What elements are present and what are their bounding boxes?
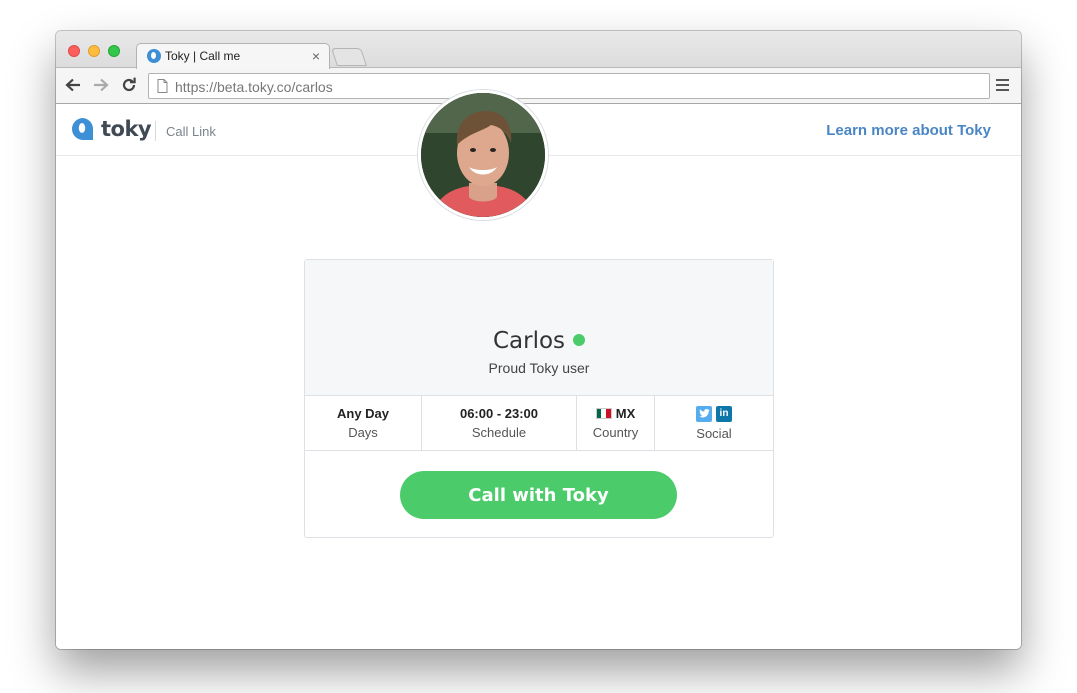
minimize-window-button[interactable]: [88, 45, 100, 57]
browser-tab[interactable]: Toky | Call me ×: [136, 43, 330, 69]
country-value: MX: [595, 406, 636, 421]
zoom-window-button[interactable]: [108, 45, 120, 57]
browser-toolbar: https://beta.toky.co/carlos: [56, 68, 1021, 104]
back-arrow-icon[interactable]: [62, 74, 84, 96]
info-days: Any Day Days: [305, 396, 422, 450]
logo-text[interactable]: toky: [101, 117, 152, 141]
tab-title: Toky | Call me: [165, 49, 241, 63]
header-divider: [155, 121, 156, 141]
social-icons: in: [696, 405, 732, 422]
avatar-photo: [421, 93, 545, 217]
mexico-flag-icon: [595, 408, 612, 419]
profile-avatar: [418, 90, 548, 220]
days-label: Days: [348, 425, 378, 440]
twitter-icon[interactable]: [696, 405, 712, 422]
info-social: in Social: [655, 396, 773, 450]
profile-name-text: Carlos: [492, 328, 566, 354]
info-country: MX Country: [577, 396, 655, 450]
call-with-toky-button[interactable]: Call with Toky: [400, 471, 677, 519]
new-tab-button[interactable]: [331, 48, 367, 66]
url-host: https://beta.toky.co: [175, 79, 292, 95]
info-row: Any Day Days 06:00 - 23:00 Schedule MX C…: [305, 396, 773, 451]
toky-logo-icon[interactable]: [71, 117, 95, 141]
schedule-value: 06:00 - 23:00: [459, 406, 539, 421]
profile-name: Carlos: [305, 328, 773, 354]
linkedin-icon[interactable]: in: [716, 405, 732, 422]
toky-favicon-icon: [147, 49, 161, 63]
learn-more-link[interactable]: Learn more about Toky: [826, 122, 991, 139]
forward-arrow-icon[interactable]: [90, 74, 112, 96]
country-code: MX: [615, 406, 636, 421]
days-value: Any Day: [336, 406, 390, 421]
address-bar[interactable]: https://beta.toky.co/carlos: [148, 73, 990, 99]
online-status-icon: [573, 333, 586, 346]
hamburger-menu-icon[interactable]: [996, 76, 1012, 96]
page-icon: [157, 79, 168, 93]
url-text[interactable]: https://beta.toky.co/carlos: [175, 79, 333, 95]
url-path: /carlos: [291, 79, 333, 95]
close-window-button[interactable]: [68, 45, 80, 57]
schedule-label: Schedule: [471, 425, 527, 440]
header-subtitle: Call Link: [166, 124, 216, 139]
tab-close-icon[interactable]: ×: [312, 47, 320, 65]
social-label: Social: [696, 425, 732, 441]
profile-tagline: Proud Toky user: [488, 360, 590, 376]
reload-icon[interactable]: [118, 74, 140, 96]
profile-header: Carlos Proud Toky user: [305, 260, 773, 396]
info-schedule: 06:00 - 23:00 Schedule: [422, 396, 577, 450]
country-label: Country: [592, 425, 639, 440]
profile-card: Carlos Proud Toky user Any Day Days 06:0…: [304, 259, 774, 538]
tab-strip: Toky | Call me ×: [56, 31, 1021, 69]
